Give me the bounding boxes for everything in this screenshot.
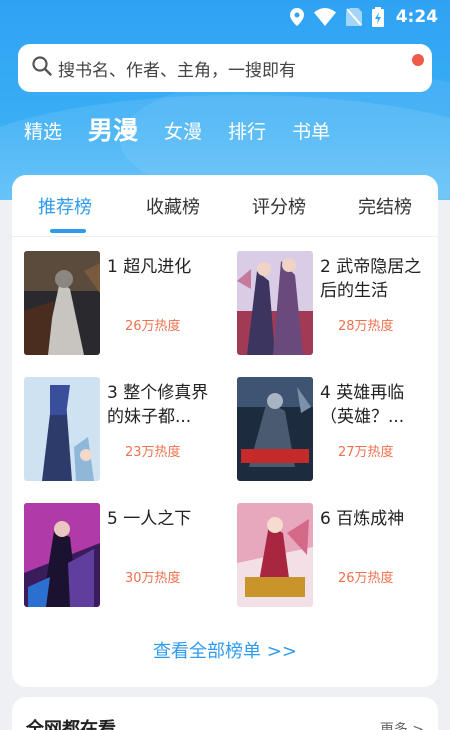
ranking-card: 推荐榜 收藏榜 评分榜 完结榜 1 超凡进化 26万热度 2 武帝隐居之后的生活… xyxy=(12,175,438,687)
status-bar: 4:24 xyxy=(0,0,450,34)
location-icon xyxy=(289,8,304,26)
top-tabs: 精选 男漫 女漫 排行 书单 xyxy=(24,106,356,156)
book-item[interactable]: 1 超凡进化 26万热度 xyxy=(24,251,224,357)
book-title: 超凡进化 xyxy=(123,257,192,277)
book-title: 英雄再临（英雄？... xyxy=(320,383,405,427)
search-icon xyxy=(32,56,52,80)
tab-recommend-rank[interactable]: 推荐榜 xyxy=(38,193,92,219)
no-sim-icon xyxy=(345,8,362,26)
book-item[interactable]: 2 武帝隐居之后的生活 28万热度 xyxy=(237,251,437,357)
book-cover[interactable] xyxy=(24,503,100,607)
section-title: 全网都在看 xyxy=(26,719,116,730)
book-rank: 4 xyxy=(320,383,331,403)
book-title: 武帝隐居之后的生活 xyxy=(320,257,422,301)
wifi-icon xyxy=(313,8,336,26)
book-cover[interactable] xyxy=(237,251,313,355)
book-rank: 3 xyxy=(107,383,118,403)
book-cover[interactable] xyxy=(24,251,100,355)
book-rank: 1 xyxy=(107,257,118,277)
book-heat: 27万热度 xyxy=(338,445,394,460)
see-all-rankings-link[interactable]: 查看全部榜单 >> xyxy=(12,637,438,663)
search-placeholder: 搜书名、作者、主角，一搜即有 xyxy=(58,60,296,81)
book-title: 整个修真界的妹子都... xyxy=(107,383,209,427)
book-heat: 26万热度 xyxy=(338,571,394,586)
tab-rating-rank[interactable]: 评分榜 xyxy=(252,193,306,219)
book-rank: 2 xyxy=(320,257,331,277)
book-rank: 6 xyxy=(320,509,331,529)
book-item[interactable]: 3 整个修真界的妹子都... 23万热度 xyxy=(24,377,224,483)
section-card: 全网都在看 更多 > xyxy=(12,697,438,730)
book-heat: 23万热度 xyxy=(125,445,181,460)
search-bar[interactable]: 搜书名、作者、主角，一搜即有 xyxy=(18,44,432,92)
book-rank: 5 xyxy=(107,509,118,529)
book-cover[interactable] xyxy=(24,377,100,481)
tab-favorite-rank[interactable]: 收藏榜 xyxy=(146,193,200,219)
book-heat: 28万热度 xyxy=(338,319,394,334)
book-cover[interactable] xyxy=(237,377,313,481)
book-item[interactable]: 6 百炼成神 26万热度 xyxy=(237,503,437,609)
more-link[interactable]: 更多 > xyxy=(380,719,424,730)
notification-dot xyxy=(412,54,424,66)
book-title: 百炼成神 xyxy=(336,509,405,529)
tab-paihang[interactable]: 排行 xyxy=(228,117,266,156)
rank-tabs: 推荐榜 收藏榜 评分榜 完结榜 xyxy=(12,175,438,237)
tab-jingxuan[interactable]: 精选 xyxy=(24,117,62,156)
tab-finished-rank[interactable]: 完结榜 xyxy=(358,193,412,219)
book-item[interactable]: 5 一人之下 30万热度 xyxy=(24,503,224,609)
tab-shudan[interactable]: 书单 xyxy=(292,117,330,156)
tab-nvman[interactable]: 女漫 xyxy=(164,117,202,156)
book-title: 一人之下 xyxy=(123,509,192,529)
battery-charging-icon xyxy=(371,7,384,27)
book-item[interactable]: 4 英雄再临（英雄？... 27万热度 xyxy=(237,377,437,483)
active-tab-indicator xyxy=(50,229,86,233)
book-cover[interactable] xyxy=(237,503,313,607)
status-time: 4:24 xyxy=(395,7,438,27)
book-heat: 26万热度 xyxy=(125,319,181,334)
book-heat: 30万热度 xyxy=(125,571,181,586)
tab-nanman[interactable]: 男漫 xyxy=(88,111,138,156)
